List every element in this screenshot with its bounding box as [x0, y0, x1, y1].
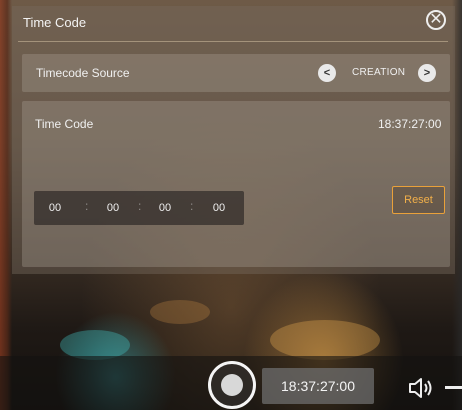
title-divider — [18, 41, 448, 42]
frames-field[interactable]: 00 — [204, 202, 234, 214]
timecode-source-row: Timecode Source < CREATION > — [22, 54, 450, 92]
source-prev-button[interactable]: < — [318, 64, 336, 82]
time-code-label: Time Code — [35, 117, 94, 131]
source-next-button[interactable]: > — [418, 64, 436, 82]
timecode-source-label: Timecode Source — [36, 66, 130, 80]
bottom-timecode-display: 18:37:27:00 — [262, 368, 374, 404]
close-button[interactable]: ✕ — [426, 10, 446, 30]
chevron-right-icon: > — [423, 67, 431, 79]
chevron-left-icon: < — [323, 67, 331, 79]
reset-button[interactable]: Reset — [392, 186, 445, 214]
field-separator: : — [190, 199, 194, 213]
hours-field[interactable]: 00 — [40, 202, 70, 214]
scene-light — [150, 300, 210, 324]
dialog-title: Time Code — [23, 15, 87, 30]
seconds-field[interactable]: 00 — [150, 202, 180, 214]
timecode-source-value: CREATION — [352, 67, 406, 78]
volume-slider[interactable] — [445, 386, 462, 389]
time-code-panel: Time Code 18:37:27:00 00 : 00 : 00 : 00 … — [22, 101, 450, 267]
time-code-dialog: Time Code ✕ Timecode Source < CREATION >… — [12, 6, 455, 274]
close-icon: ✕ — [429, 11, 443, 28]
field-separator: : — [85, 199, 89, 213]
speaker-icon[interactable] — [408, 377, 438, 399]
time-code-current-value: 18:37:27:00 — [378, 117, 442, 131]
time-code-input-group: 00 : 00 : 00 : 00 — [34, 191, 244, 225]
frame-edge-left — [0, 0, 12, 410]
field-separator: : — [138, 199, 142, 213]
record-button[interactable] — [208, 361, 256, 409]
scene-light — [270, 320, 380, 360]
minutes-field[interactable]: 00 — [98, 202, 128, 214]
record-button-icon — [221, 374, 243, 396]
dialog-title-bar: Time Code ✕ — [12, 6, 455, 40]
